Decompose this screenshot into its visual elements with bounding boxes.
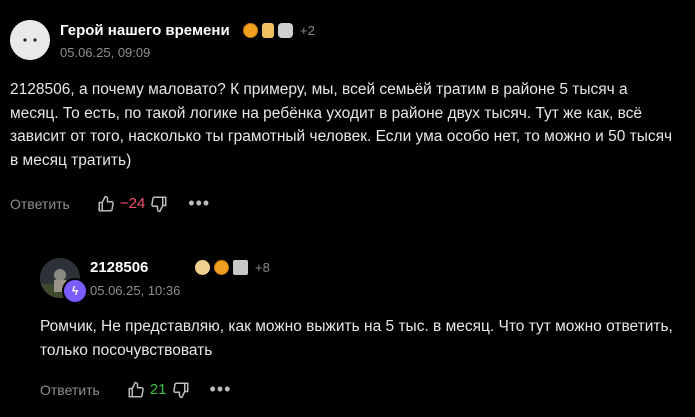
more-awards-count: +2 — [300, 23, 315, 38]
thumbs-down-icon[interactable] — [150, 195, 168, 213]
reply-button[interactable]: Ответить — [40, 382, 100, 398]
awards-row[interactable]: +8 — [195, 260, 270, 275]
more-awards-count: +8 — [255, 260, 270, 275]
score: −24 — [119, 195, 146, 212]
comment-text: Ромчик, Не представляю, как можно выжить… — [40, 318, 673, 359]
score: 21 — [149, 381, 167, 398]
more-options-icon[interactable]: ••• — [210, 379, 232, 400]
comment-reply: ϟ 2128506 +8 05.06.25, 10:36 Ромчик, Не … — [30, 250, 695, 417]
thumbs-up-icon[interactable] — [127, 381, 145, 399]
comment: Герой нашего времени +2 05.06.25, 09:09 … — [0, 0, 695, 225]
drink-icon — [262, 23, 274, 38]
comment-actions: Ответить 21 ••• — [40, 379, 231, 400]
avatar[interactable] — [10, 20, 50, 60]
author-name[interactable]: 2128506 — [90, 259, 148, 276]
thumbs-up-icon[interactable] — [97, 195, 115, 213]
thumbs-down-icon[interactable] — [172, 381, 190, 399]
pack-icon — [233, 260, 248, 275]
comment-date[interactable]: 05.06.25, 09:09 — [60, 45, 150, 60]
reply-button[interactable]: Ответить — [10, 196, 70, 212]
awards-row[interactable]: +2 — [243, 23, 315, 38]
lightning-badge-icon: ϟ — [62, 278, 88, 304]
comment-text: 2128506, а почему маловато? К примеру, м… — [10, 81, 673, 169]
ribbon-icon — [195, 260, 210, 275]
comment-date[interactable]: 05.06.25, 10:36 — [90, 283, 180, 298]
medal-icon — [214, 260, 229, 275]
more-options-icon[interactable]: ••• — [188, 193, 210, 214]
author-name[interactable]: Герой нашего времени — [60, 22, 230, 39]
medal-icon — [243, 23, 258, 38]
cat-icon — [278, 23, 293, 38]
comment-actions: Ответить −24 ••• — [10, 193, 210, 214]
